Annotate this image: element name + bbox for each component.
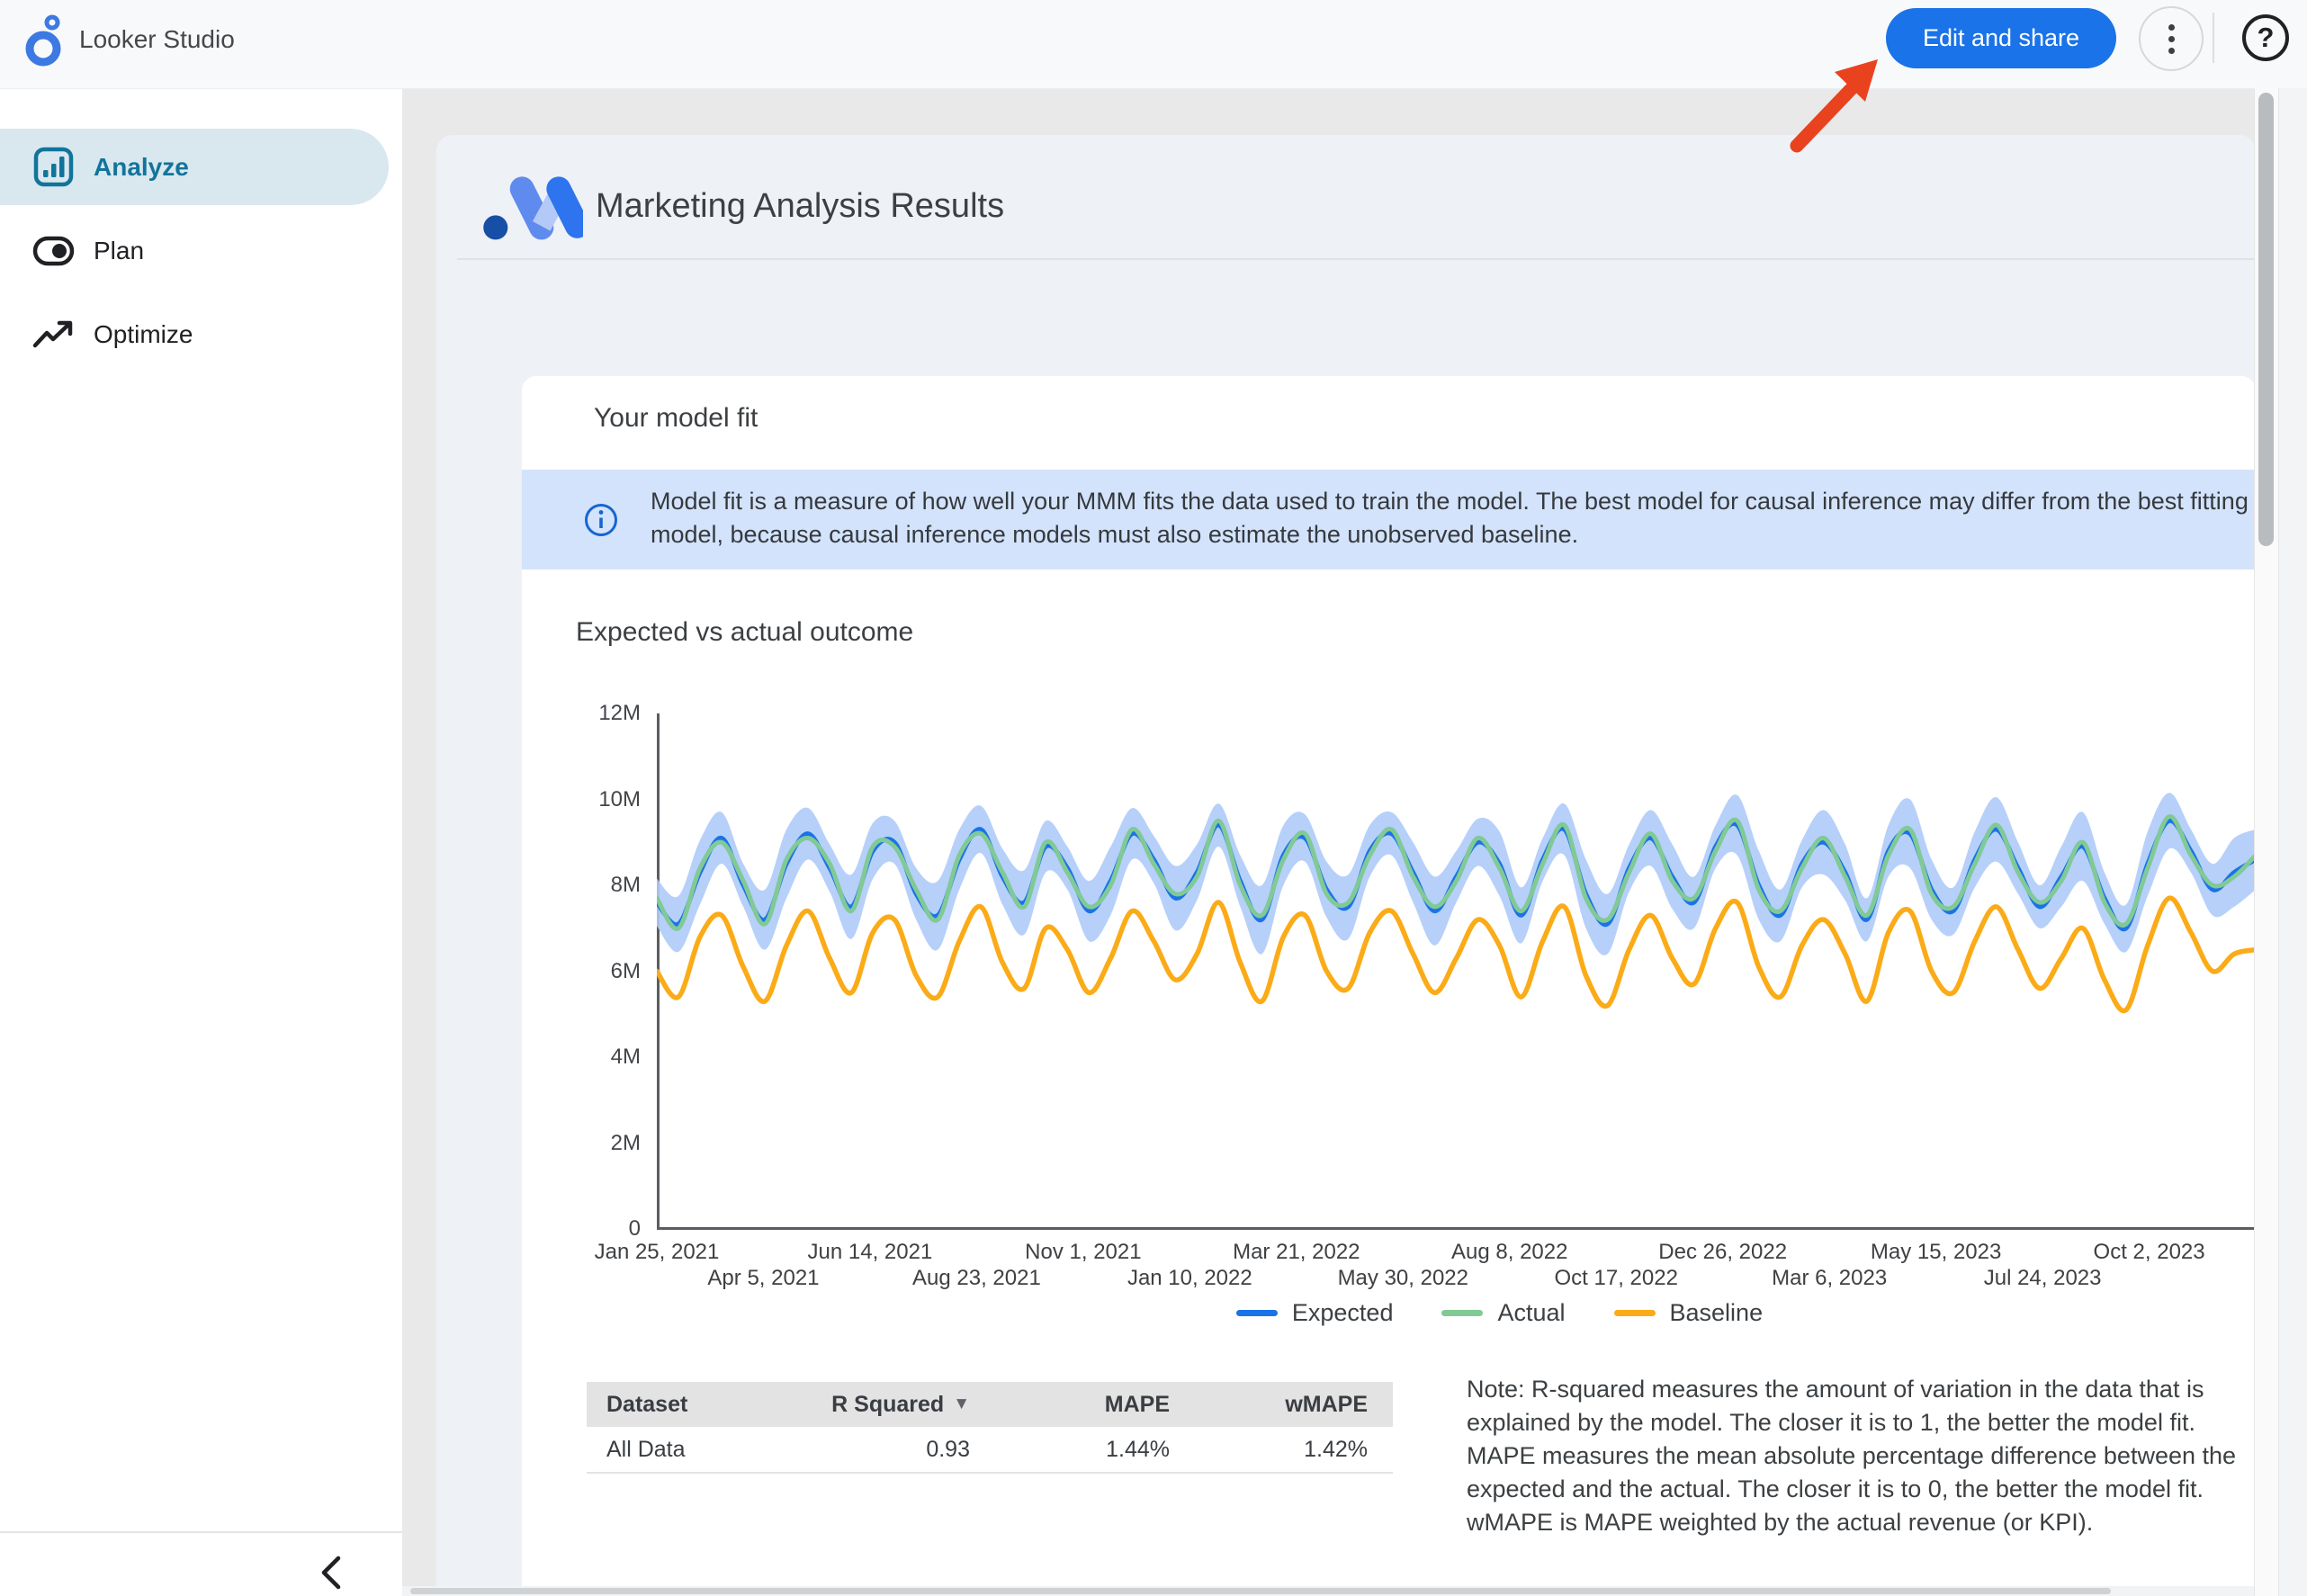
page-right-gutter <box>2279 88 2307 1596</box>
table-header-cell[interactable]: R Squared▼ <box>803 1382 970 1427</box>
expected-vs-actual-line-chart[interactable] <box>657 713 2256 1229</box>
y-tick-label: 0 <box>524 1216 641 1242</box>
x-tick-label: Oct 17, 2022 <box>1531 1266 1701 1291</box>
x-tick-label: Mar 21, 2022 <box>1211 1240 1382 1265</box>
baseline-line <box>657 898 2256 1010</box>
legend-label: Baseline <box>1670 1299 1764 1327</box>
x-tick-label: Mar 6, 2023 <box>1744 1266 1915 1291</box>
legend-swatch <box>1441 1310 1483 1316</box>
x-tick-label: Apr 5, 2021 <box>678 1266 848 1291</box>
x-tick-label: Jun 14, 2021 <box>785 1240 956 1265</box>
x-tick-label: Dec 26, 2022 <box>1638 1240 1809 1265</box>
sidebar-item-label: Plan <box>94 237 144 265</box>
info-banner: Model fit is a measure of how well your … <box>522 470 2256 569</box>
sidebar-nav: Analyze Plan Optimize <box>0 88 402 1596</box>
table-cell: 0.93 <box>803 1427 970 1472</box>
toggle-icon <box>32 236 75 266</box>
x-tick-label: Jul 24, 2023 <box>1957 1266 2128 1291</box>
x-tick-label: May 30, 2022 <box>1317 1266 1488 1291</box>
sidebar-item-plan[interactable]: Plan <box>0 212 389 289</box>
legend-swatch <box>1236 1310 1278 1316</box>
table-header-cell[interactable]: MAPE <box>970 1382 1170 1427</box>
model-fit-card-title: Your model fit <box>594 403 758 434</box>
legend-label: Actual <box>1497 1299 1565 1327</box>
looker-logo-icon <box>22 13 70 68</box>
x-tick-label: Aug 8, 2022 <box>1424 1240 1595 1265</box>
model-fit-card: Your model fit Model fit is a measure of… <box>522 376 2256 1596</box>
header-divider <box>457 258 2256 260</box>
legend-item[interactable]: Expected <box>1236 1299 1394 1327</box>
model-fit-table: DatasetR Squared▼MAPEwMAPEAll Data0.931.… <box>587 1382 1393 1474</box>
x-tick-label: Oct 2, 2023 <box>2064 1240 2235 1265</box>
legend-item[interactable]: Actual <box>1441 1299 1565 1327</box>
x-tick-label: Dec <box>2204 1266 2256 1291</box>
marketing-m-logo <box>477 167 583 245</box>
sidebar-item-label: Analyze <box>94 153 189 182</box>
legend-item[interactable]: Baseline <box>1614 1299 1764 1327</box>
app-title: Looker Studio <box>79 25 235 54</box>
legend-swatch <box>1614 1310 1656 1316</box>
horizontal-scrollbar-thumb[interactable] <box>410 1588 2111 1594</box>
vertical-scrollbar-thumb[interactable] <box>2258 93 2274 546</box>
chart-title: Expected vs actual outcome <box>576 617 913 648</box>
sidebar-item-optimize[interactable]: Optimize <box>0 296 389 372</box>
y-tick-label: 12M <box>524 701 641 726</box>
sidebar-item-analyze[interactable]: Analyze <box>0 129 389 205</box>
help-icon[interactable]: ? <box>2242 14 2289 61</box>
y-tick-label: 8M <box>524 873 641 898</box>
table-header-row: DatasetR Squared▼MAPEwMAPE <box>587 1382 1393 1427</box>
x-tick-label: Aug 23, 2021 <box>891 1266 1062 1291</box>
x-tick-label: Nov 1, 2021 <box>998 1240 1169 1265</box>
table-row[interactable]: All Data0.931.44%1.42% <box>587 1427 1393 1474</box>
model-fit-note: Note: R-squared measures the amount of v… <box>1467 1373 2256 1539</box>
sidebar-item-label: Optimize <box>94 320 193 349</box>
table-cell: 1.44% <box>970 1427 1170 1472</box>
x-tick-label: Jan 25, 2021 <box>571 1240 742 1265</box>
sort-desc-icon: ▼ <box>953 1394 970 1414</box>
topbar-divider <box>2213 13 2214 63</box>
table-cell: All Data <box>587 1427 803 1472</box>
top-app-bar: Looker Studio Edit and share ? <box>0 0 2307 89</box>
sidebar-divider <box>0 1531 402 1533</box>
x-tick-label: May 15, 2023 <box>1851 1240 2022 1265</box>
x-tick-label: Jan 10, 2022 <box>1104 1266 1275 1291</box>
report-title: Marketing Analysis Results <box>596 187 1004 226</box>
y-tick-label: 6M <box>524 959 641 984</box>
table-header-cell[interactable]: wMAPE <box>1170 1382 1393 1427</box>
table-cell: 1.42% <box>1170 1427 1393 1472</box>
legend-label: Expected <box>1292 1299 1394 1327</box>
info-banner-text: Model fit is a measure of how well your … <box>651 485 2256 551</box>
looker-studio-screen: Looker Studio Edit and share ? Analyze <box>0 0 2307 1596</box>
report-page: Marketing Analysis Results Your model fi… <box>436 135 2256 1596</box>
trending-up-icon <box>32 318 75 352</box>
chart-legend: Expected Actual Baseline <box>657 1299 2256 1327</box>
y-tick-label: 10M <box>524 787 641 812</box>
edit-and-share-button[interactable]: Edit and share <box>1886 8 2116 68</box>
y-tick-label: 4M <box>524 1045 641 1070</box>
collapse-sidebar-chevron-icon[interactable] <box>306 1549 356 1596</box>
y-tick-label: 2M <box>524 1131 641 1156</box>
table-header-cell[interactable]: Dataset <box>587 1382 803 1427</box>
bar-chart-icon <box>32 146 75 188</box>
info-icon <box>583 502 619 538</box>
kebab-menu-button[interactable] <box>2139 6 2204 71</box>
